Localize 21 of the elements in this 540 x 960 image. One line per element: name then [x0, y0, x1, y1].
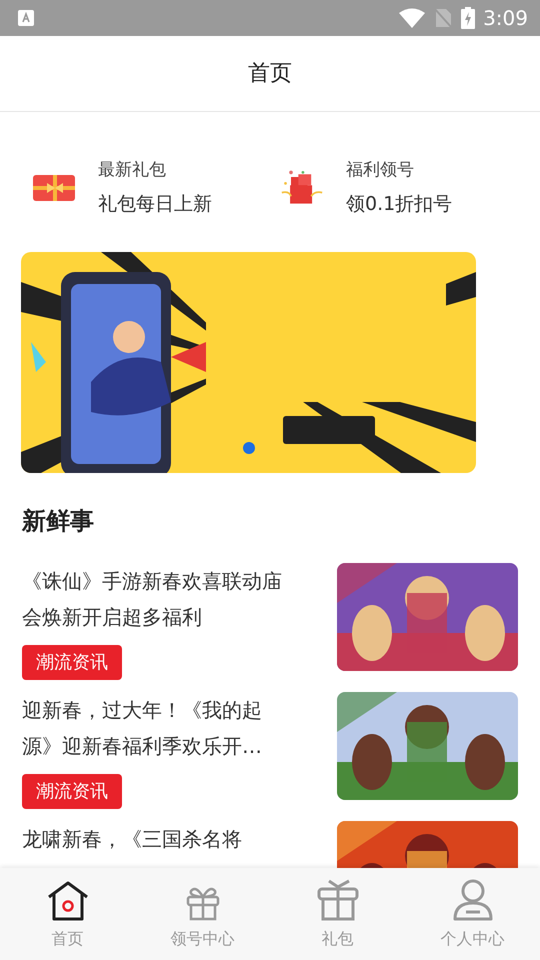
person-icon: [452, 879, 494, 921]
category-tag: 潮流资讯: [22, 645, 122, 680]
battery-icon: [461, 7, 476, 29]
gift-card-icon: [33, 175, 75, 201]
feature-subtitle[interactable]: 礼包每日上新: [98, 190, 212, 218]
section-heading: 新鲜事: [22, 506, 95, 537]
no-sim-icon: [433, 7, 454, 29]
gift-box-icon: [316, 879, 358, 921]
feature-title[interactable]: 最新礼包: [98, 158, 212, 184]
news-title[interactable]: 《诛仙》手游新春欢喜联动庙会焕新开启超多福利: [22, 563, 284, 635]
feature-subtitle[interactable]: 领0.1折扣号: [346, 190, 452, 218]
news-title[interactable]: 迎新春，过大年！《我的起源》迎新春福利季欢乐开…: [22, 692, 284, 764]
gift-icon: [186, 885, 220, 921]
home-icon: [46, 881, 88, 921]
news-title[interactable]: 龙啸新春，《三国杀名将: [22, 821, 284, 857]
notification-icon: [18, 10, 34, 26]
category-tag: 潮流资讯: [22, 774, 122, 809]
feature-title[interactable]: 福利领号: [346, 158, 452, 184]
page-title: 首页: [248, 60, 292, 88]
wifi-icon: [399, 8, 426, 28]
clock-time: 3:09: [483, 5, 528, 32]
